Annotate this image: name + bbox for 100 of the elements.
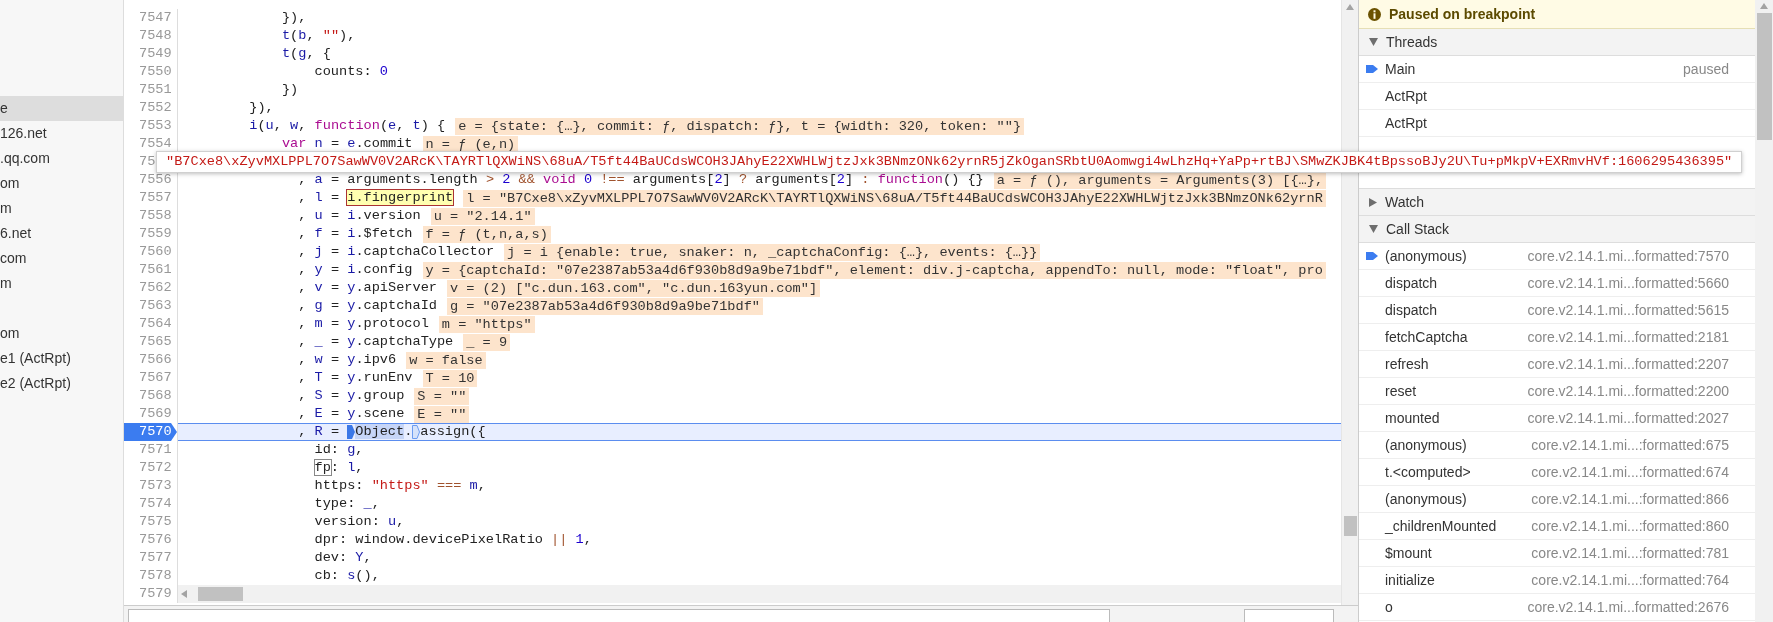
line-number: 7564 xyxy=(138,315,173,333)
line-number: 7576 xyxy=(138,531,173,549)
stack-frame-name[interactable]: dispatch xyxy=(1385,299,1438,321)
line-number: 7549 xyxy=(138,45,173,63)
scrollbar-thumb[interactable] xyxy=(198,587,243,601)
line-number: 7575 xyxy=(138,513,173,531)
frame-location[interactable]: core.v2.14.1.mi...:formatted:764 xyxy=(1531,569,1755,591)
code-text: id: g, xyxy=(313,441,364,459)
code-text: dev: Y, xyxy=(313,549,372,567)
frame-location[interactable]: core.v2.14.1.mi...formatted:5615 xyxy=(1527,299,1755,321)
thread-name[interactable]: ActRpt xyxy=(1385,112,1427,134)
expanded-triangle-icon[interactable] xyxy=(1369,225,1378,233)
sidebar-item[interactable]: 6.net xyxy=(0,221,123,246)
line-number: 7568 xyxy=(138,387,173,405)
code-text: assign({ xyxy=(420,423,486,441)
frame-location[interactable]: core.v2.14.1.mi...formatted:2181 xyxy=(1527,326,1755,348)
inline-value: j = i {enable: true, snaker: n, _captchaConfig: {…}, events: {…}} xyxy=(504,243,1041,261)
stack-frame-name[interactable]: dispatch xyxy=(1385,272,1438,294)
frame-location[interactable]: core.v2.14.1.mi...formatted:2200 xyxy=(1527,380,1755,402)
inline-value: f = ƒ (t,n,a,s) xyxy=(422,225,551,243)
inline-value: l = "B7Cxe8\xZyvMXLPPL7O7SawWV0V2ARcK\TAYRTlQXWiNS\68uA/T5ft44BaUCdsWCOH3JAhyE22XWHLWjtzJxk3BNmzONk62yrnR xyxy=(463,189,1326,207)
sidebar-item[interactable]: m xyxy=(0,271,123,296)
section-title: Watch xyxy=(1385,192,1425,212)
section-title: Call Stack xyxy=(1386,219,1450,239)
scroll-up-icon[interactable] xyxy=(1760,3,1768,9)
inline-value: _ = 9 xyxy=(463,333,511,351)
stack-frame-name[interactable]: _childrenMounted xyxy=(1385,515,1497,537)
code-text: , l = i.fingerprint xyxy=(297,189,454,207)
stack-frame-name[interactable]: (anonymous) xyxy=(1385,434,1467,456)
sidebar-item[interactable]: 126.net xyxy=(0,121,123,146)
sidebar-item[interactable]: e2 (ActRpt) xyxy=(0,371,123,396)
code-text: t(g, { xyxy=(280,45,331,63)
frame-location[interactable]: core.v2.14.1.mi...formatted:2027 xyxy=(1527,407,1755,429)
frame-location[interactable]: core.v2.14.1.mi...:formatted:674 xyxy=(1531,461,1755,483)
sidebar-item[interactable]: e1 (ActRpt) xyxy=(0,346,123,371)
code-text: , E = y.scene xyxy=(297,405,405,423)
vertical-scrollbar[interactable] xyxy=(1755,0,1773,622)
section-header[interactable]: Watch xyxy=(1359,189,1755,216)
frame-location[interactable]: core.v2.14.1.mi...:formatted:781 xyxy=(1531,542,1755,564)
sidebar-item[interactable]: om xyxy=(0,321,123,346)
section-header[interactable]: Call Stack xyxy=(1359,216,1755,243)
line-number: 7573 xyxy=(138,477,173,495)
section-title: Threads xyxy=(1386,32,1438,52)
horizontal-scrollbar[interactable] xyxy=(178,585,1341,603)
sidebar-item[interactable]: m xyxy=(0,196,123,221)
expanded-triangle-icon[interactable] xyxy=(1369,38,1378,46)
stack-frame-name[interactable]: fetchCaptcha xyxy=(1385,326,1468,348)
line-number: 7547 xyxy=(138,9,173,27)
scroll-left-icon[interactable] xyxy=(181,590,187,598)
code-text: , y = i.config xyxy=(297,261,413,279)
line-number: 7553 xyxy=(138,117,173,135)
stack-frame-name[interactable]: reset xyxy=(1385,380,1417,402)
scrollbar-thumb[interactable] xyxy=(1343,516,1357,536)
stack-frame-name[interactable]: (anonymous) xyxy=(1385,488,1467,510)
line-number: 7558 xyxy=(138,207,173,225)
line-number: 7579 xyxy=(138,585,173,603)
code-text: var n = e.commit xyxy=(280,135,413,153)
code-text: t(b, ""), xyxy=(280,27,356,45)
code-text: type: _, xyxy=(313,495,380,513)
frame-location[interactable]: core.v2.14.1.mi...:formatted:675 xyxy=(1531,434,1755,456)
collapsed-triangle-icon[interactable] xyxy=(1369,197,1377,207)
thread-name[interactable]: Main xyxy=(1385,58,1416,80)
line-number: 7560 xyxy=(138,243,173,261)
frame-location[interactable]: core.v2.14.1.mi...formatted:5660 xyxy=(1527,272,1755,294)
inline-value: v = (2) ["c.dun.163.com", "c.dun.163yun.com"] xyxy=(446,279,821,297)
current-frame-arrow-icon xyxy=(1366,64,1378,74)
line-number: 7559 xyxy=(138,225,173,243)
inline-value: y = {captchaId: "07e2387ab53a4d6f930b8d9a9be71bdf", element: div.j-captcha, appendTo: null, mode: "float", pro xyxy=(422,261,1326,279)
frame-location[interactable]: core.v2.14.1.mi...formatted:2207 xyxy=(1527,353,1755,375)
thread-name[interactable]: ActRpt xyxy=(1385,85,1427,107)
inline-value: m = "https" xyxy=(438,315,535,333)
line-number: 7557 xyxy=(138,189,173,207)
info-icon xyxy=(1368,7,1381,21)
stack-frame-name[interactable]: mounted xyxy=(1385,407,1440,429)
sidebar-item[interactable]: .qq.com xyxy=(0,146,123,171)
section-header[interactable]: Threads xyxy=(1359,29,1755,56)
stack-frame-name[interactable]: initialize xyxy=(1385,569,1435,591)
frame-location[interactable]: core.v2.14.1.mi...formatted:7570 xyxy=(1527,245,1755,267)
breakpoint-marker-icon[interactable] xyxy=(412,425,421,439)
sidebar-item[interactable]: e xyxy=(0,96,123,121)
stack-frame-name[interactable]: $mount xyxy=(1385,542,1432,564)
stack-frame-name[interactable]: t.<computed> xyxy=(1385,461,1471,483)
frame-location[interactable]: core.v2.14.1.mi...formatted:2676 xyxy=(1527,596,1755,618)
input-field[interactable] xyxy=(128,609,1110,622)
line-number: 7577 xyxy=(138,549,173,567)
scroll-up-icon[interactable] xyxy=(1346,4,1354,10)
stack-frame-name[interactable]: o xyxy=(1385,596,1393,618)
line-number: 7548 xyxy=(138,27,173,45)
stack-frame-name[interactable]: refresh xyxy=(1385,353,1429,375)
toolbar-field[interactable] xyxy=(1244,609,1334,622)
code-text: i(u, w, function(e, t) { xyxy=(248,117,446,135)
inline-value: T = 10 xyxy=(422,369,478,387)
frame-location[interactable]: core.v2.14.1.mi...:formatted:860 xyxy=(1531,515,1755,537)
scrollbar-thumb[interactable] xyxy=(1756,13,1772,140)
sidebar-item[interactable]: om xyxy=(0,171,123,196)
sidebar-item[interactable]: com xyxy=(0,246,123,271)
line-number: 7554 xyxy=(138,135,173,153)
frame-location[interactable]: core.v2.14.1.mi...:formatted:866 xyxy=(1531,488,1755,510)
stack-frame-name[interactable]: (anonymous) xyxy=(1385,245,1467,267)
code-text: , g = y.captchaId xyxy=(297,297,437,315)
